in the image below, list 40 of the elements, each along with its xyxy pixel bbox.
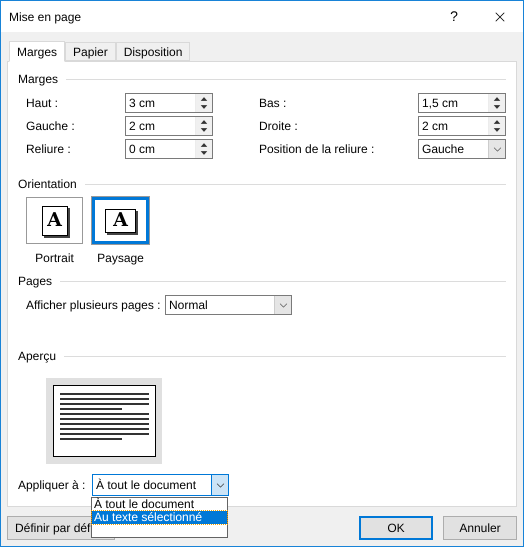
tab[interactable]: Marges [9, 41, 66, 62]
field-label: Appliquer à : [18, 477, 86, 494]
dropdown[interactable]: À tout le document [92, 474, 229, 496]
page-letter: A [113, 211, 128, 230]
dropdown[interactable]: Gauche [418, 139, 506, 159]
spin-buttons[interactable] [195, 94, 212, 112]
spin-field[interactable]: 2 cm [418, 116, 506, 136]
window-title: Mise en page [9, 8, 82, 26]
section-heading: Marges [18, 71, 58, 88]
help-button[interactable]: ? [431, 2, 477, 32]
page-letter: A [47, 211, 62, 230]
dropdown-option[interactable]: Au texte sélectionné [92, 511, 227, 524]
field-label: Reliure : [26, 141, 72, 158]
field-label: Gauche : [26, 118, 76, 135]
orientation-option[interactable]: A [92, 197, 149, 244]
section-heading: Orientation [18, 176, 77, 193]
spin-buttons[interactable] [195, 117, 212, 135]
ok-button[interactable]: OK [359, 516, 433, 540]
orientation-label: Portrait [35, 250, 74, 267]
dropdown[interactable]: Normal [165, 295, 292, 315]
spin-field[interactable]: 3 cm [125, 93, 213, 113]
field-label: Bas : [259, 95, 288, 112]
field-label: Haut : [26, 95, 60, 112]
spin-buttons[interactable] [195, 140, 212, 158]
spin-field[interactable]: 2 cm [125, 116, 213, 136]
spin-buttons[interactable] [488, 117, 505, 135]
field-label: Droite : [259, 118, 299, 135]
spin-buttons[interactable] [488, 94, 505, 112]
orientation-option[interactable]: A [26, 197, 83, 244]
tab[interactable]: Papier [65, 42, 116, 61]
spin-field[interactable]: 0 cm [125, 139, 213, 159]
spin-field[interactable]: 1,5 cm [418, 93, 506, 113]
section-heading: Pages [18, 273, 52, 290]
field-label: Afficher plusieurs pages : [26, 297, 162, 314]
tab[interactable]: Disposition [116, 42, 190, 61]
section-heading: Aperçu [18, 348, 56, 365]
field-label: Position de la reliure : [259, 141, 376, 158]
orientation-label: Paysage [97, 250, 144, 267]
dropdown-option[interactable]: À tout le document [92, 498, 227, 511]
cancel-button[interactable]: Annuler [443, 516, 517, 540]
